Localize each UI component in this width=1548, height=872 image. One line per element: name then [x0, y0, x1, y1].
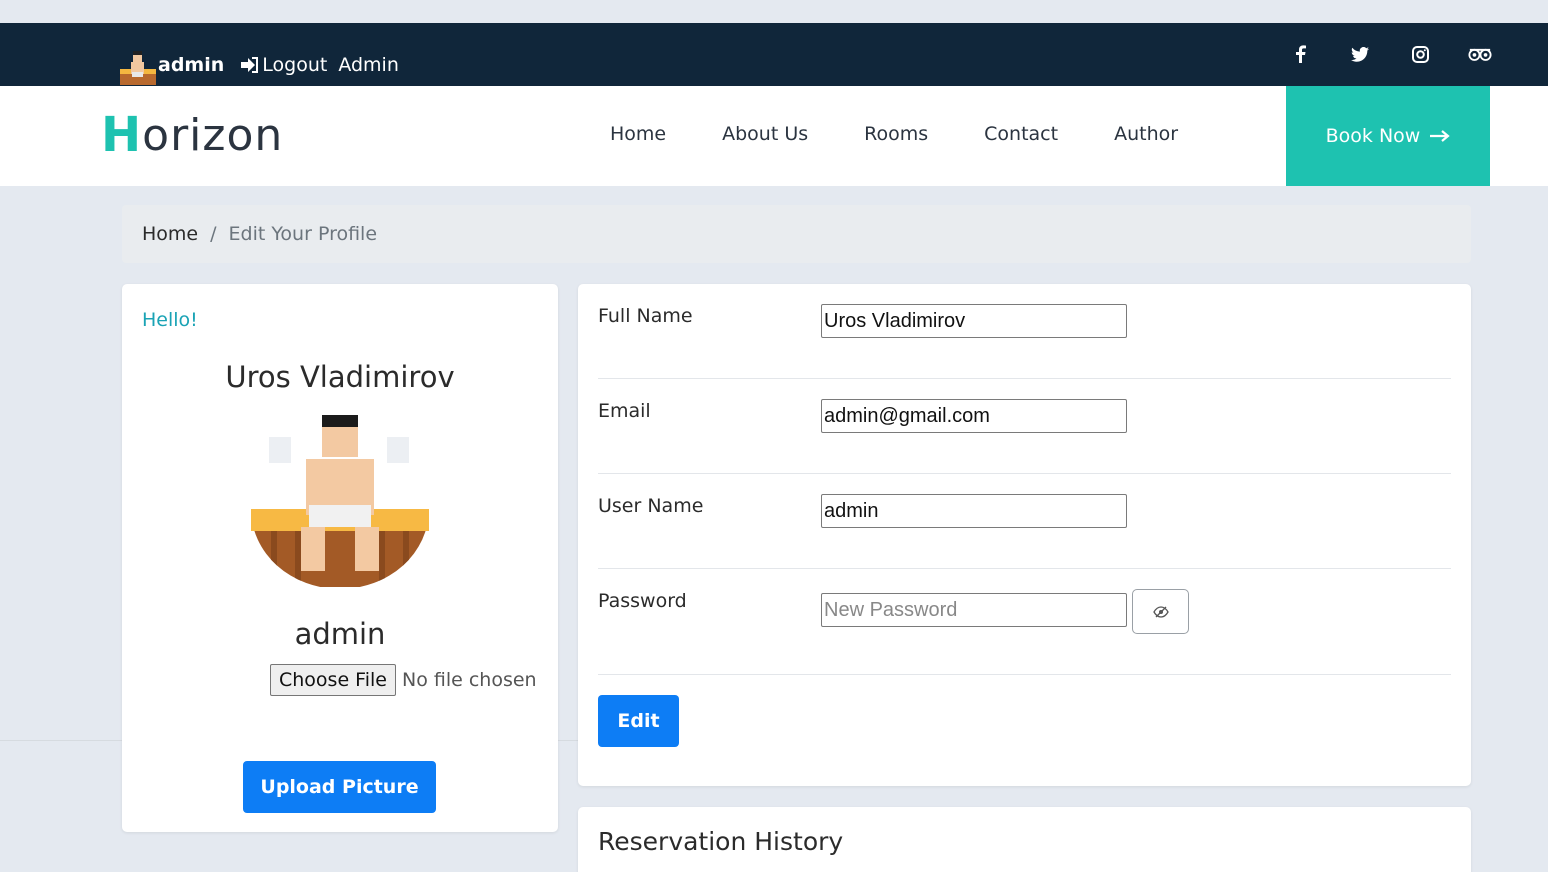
greeting: Hello! [142, 309, 198, 331]
book-now-button[interactable]: Book Now [1286, 86, 1490, 186]
profile-card: Hello! Uros Vladimirov admin Choose File… [122, 284, 558, 832]
nav-rooms[interactable]: Rooms [864, 123, 928, 145]
email-label: Email [598, 400, 651, 422]
form-divider [598, 568, 1451, 569]
nav-home[interactable]: Home [610, 123, 666, 145]
breadcrumb-home[interactable]: Home [142, 223, 198, 245]
breadcrumb: Home / Edit Your Profile [122, 205, 1471, 263]
edit-profile-form: Full Name Email User Name Password Edit [578, 284, 1471, 786]
full-name-input[interactable] [821, 304, 1127, 338]
password-input[interactable] [821, 593, 1127, 627]
nav-contact[interactable]: Contact [984, 123, 1058, 145]
file-status: No file chosen [401, 669, 537, 691]
twitter-icon[interactable] [1348, 43, 1372, 65]
choose-file-button[interactable]: Choose File [270, 664, 396, 696]
profile-full-name: Uros Vladimirov [225, 360, 455, 394]
tripadvisor-icon[interactable] [1468, 43, 1492, 65]
eye-slash-icon [1152, 605, 1169, 618]
book-now-label: Book Now [1325, 125, 1421, 147]
instagram-icon[interactable] [1408, 43, 1432, 65]
top-bar: admin Logout Admin [0, 23, 1548, 86]
form-divider [598, 378, 1451, 379]
logo-text: orizon [142, 109, 284, 161]
top-username: admin [158, 54, 225, 76]
main-navbar: H orizon Home About Us Rooms Contact Aut… [0, 86, 1548, 186]
logo-initial: H [101, 107, 143, 163]
profile-username: admin [294, 617, 386, 651]
full-name-label: Full Name [598, 305, 693, 327]
file-picker: Choose File No file chosen [270, 664, 537, 696]
nav-links: Home About Us Rooms Contact Author [610, 123, 1178, 145]
upload-picture-button[interactable]: Upload Picture [243, 761, 436, 813]
email-input[interactable] [821, 399, 1127, 433]
user-name-label: User Name [598, 495, 704, 517]
site-logo[interactable]: H orizon [101, 107, 283, 163]
profile-avatar [251, 415, 429, 587]
logout-link[interactable]: Logout [240, 54, 327, 76]
form-divider [598, 473, 1451, 474]
reservation-history-card: Reservation History [578, 807, 1471, 872]
user-menu[interactable]: admin Logout Admin [118, 45, 399, 85]
user-name-input[interactable] [821, 494, 1127, 528]
edit-button[interactable]: Edit [598, 695, 679, 747]
user-avatar-icon [120, 51, 156, 85]
sign-out-icon [241, 57, 259, 73]
social-links [1288, 43, 1492, 65]
reservation-history-title: Reservation History [598, 827, 844, 856]
nav-about-us[interactable]: About Us [722, 123, 808, 145]
toggle-password-button[interactable] [1132, 589, 1189, 634]
breadcrumb-current: Edit Your Profile [228, 223, 378, 245]
breadcrumb-separator: / [210, 223, 217, 245]
nav-author[interactable]: Author [1114, 123, 1178, 145]
facebook-icon[interactable] [1288, 43, 1312, 65]
user-role: Admin [338, 54, 399, 76]
password-label: Password [598, 590, 687, 612]
form-divider [598, 674, 1451, 675]
logout-label: Logout [262, 54, 328, 76]
arrow-right-icon [1430, 130, 1451, 142]
